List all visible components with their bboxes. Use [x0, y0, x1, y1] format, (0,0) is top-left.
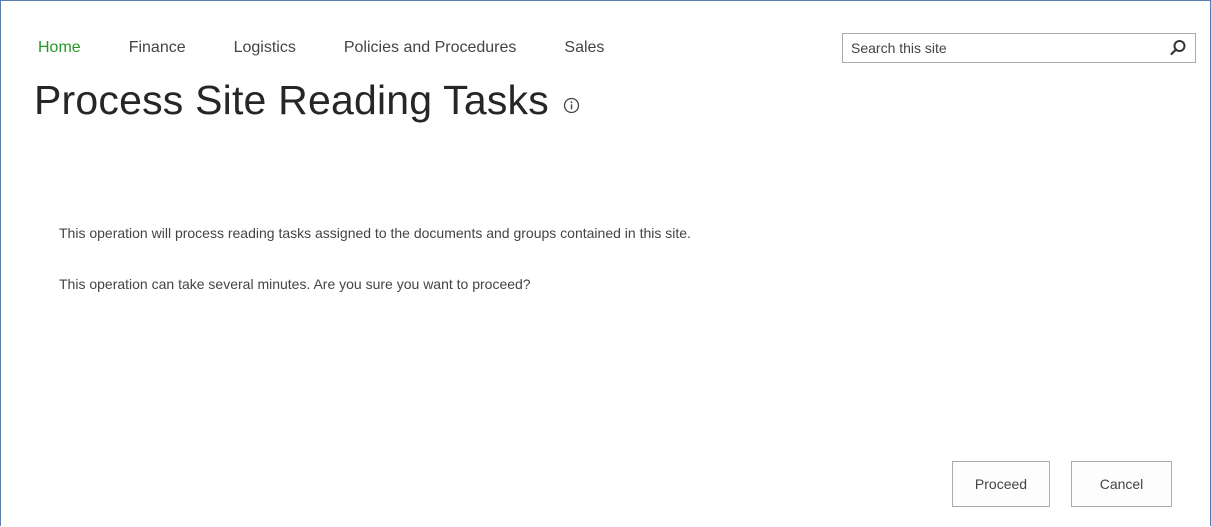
nav-item-policies-and-procedures[interactable]: Policies and Procedures — [344, 38, 517, 58]
info-icon[interactable] — [563, 97, 580, 114]
search-icon[interactable] — [1167, 37, 1189, 59]
confirmation-question: This operation can take several minutes.… — [59, 276, 531, 292]
search-box — [842, 33, 1196, 63]
search-input[interactable] — [843, 34, 1167, 62]
nav-item-sales[interactable]: Sales — [564, 38, 604, 58]
page-title-text: Process Site Reading Tasks — [34, 77, 549, 123]
proceed-button[interactable]: Proceed — [952, 461, 1050, 507]
nav-item-logistics[interactable]: Logistics — [234, 38, 296, 58]
cancel-button[interactable]: Cancel — [1071, 461, 1172, 507]
operation-description: This operation will process reading task… — [59, 225, 691, 241]
nav-item-finance[interactable]: Finance — [129, 38, 186, 58]
nav-item-home[interactable]: Home — [38, 38, 81, 58]
page-title: Process Site Reading Tasks — [34, 74, 580, 126]
top-navigation: Home Finance Logistics Policies and Proc… — [38, 38, 652, 58]
